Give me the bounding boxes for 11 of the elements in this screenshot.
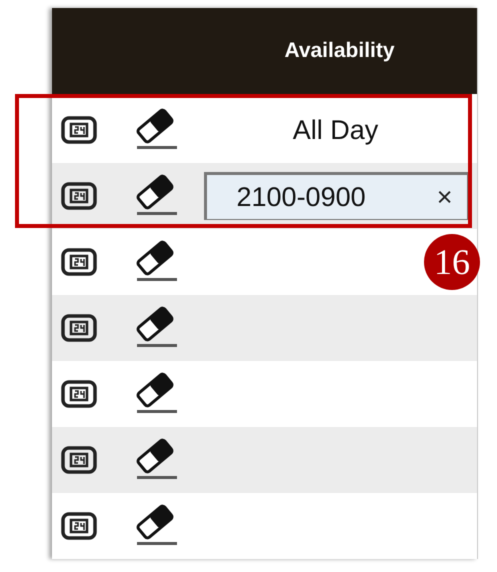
- calendar-icon[interactable]: [60, 246, 98, 278]
- availability-text: All Day: [292, 114, 378, 147]
- calendar-icon[interactable]: [60, 114, 98, 146]
- calendar-icon[interactable]: [60, 180, 98, 212]
- calendar-icon[interactable]: [60, 312, 98, 344]
- calendar-icon[interactable]: [60, 378, 98, 410]
- column-header: Availability: [284, 38, 395, 64]
- clear-button[interactable]: ×: [436, 176, 452, 218]
- time-input-field[interactable]: 2100-0900 ×: [204, 172, 468, 220]
- calendar-icon[interactable]: [60, 444, 98, 476]
- calendar-icon[interactable]: [60, 510, 98, 542]
